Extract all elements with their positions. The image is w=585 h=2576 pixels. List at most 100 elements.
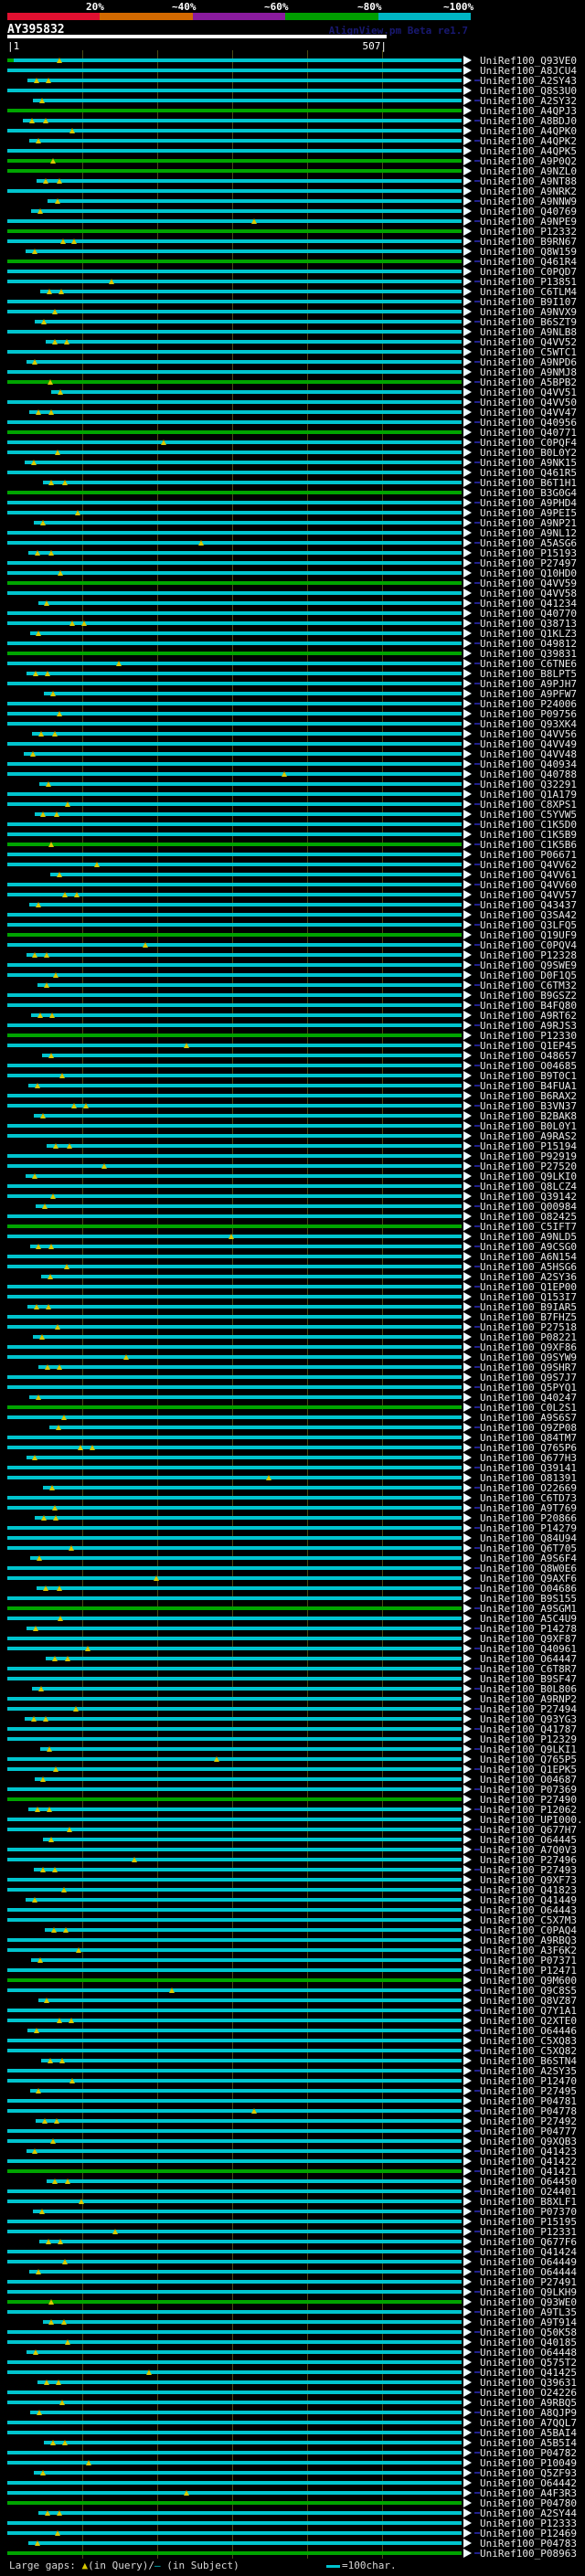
alignment-bar — [25, 249, 462, 253]
alignment-bar — [13, 58, 462, 62]
query-gap-triangle-icon — [58, 1616, 64, 1621]
alignment-bar — [33, 521, 462, 525]
query-gap-triangle-icon — [184, 2490, 190, 2496]
gaps-legend-suffix: (in Subject) — [160, 2560, 239, 2571]
subject-continues-arrow-icon — [463, 367, 472, 376]
subject-continues-arrow-icon — [463, 920, 472, 929]
alignment-bar — [32, 1687, 462, 1691]
alignment-bar — [7, 270, 462, 273]
alignment-bar — [7, 1415, 462, 1419]
subject-continues-arrow-icon — [463, 1483, 472, 1492]
alignment-bar — [7, 280, 462, 283]
query-gap-triangle-icon — [60, 1415, 67, 1420]
query-gap-triangle-icon — [69, 128, 76, 133]
alignment-bar — [7, 2159, 462, 2163]
subject-continues-arrow-icon — [463, 2016, 472, 2025]
query-gap-triangle-icon — [51, 309, 58, 314]
alignment-bar — [26, 1456, 462, 1459]
query-gap-triangle-icon — [60, 2319, 67, 2325]
query-gap-triangle-icon — [50, 2440, 57, 2445]
alignment-bar — [7, 531, 462, 535]
subject-continues-arrow-icon — [463, 1533, 472, 1542]
alignment-bar — [7, 923, 462, 927]
alignment-bar — [29, 631, 462, 635]
alignment-bar — [32, 99, 462, 102]
subject-continues-arrow-icon — [463, 940, 472, 949]
query-gap-triangle-icon — [34, 550, 40, 556]
subject-continues-arrow-icon — [463, 2147, 472, 2156]
subject-continues-arrow-icon — [463, 1614, 472, 1623]
alignment-bar — [7, 1385, 462, 1389]
alignment-bar — [42, 2320, 462, 2324]
subject-continues-arrow-icon — [463, 790, 472, 799]
subject-continues-arrow-icon — [463, 1021, 472, 1030]
subject-continues-arrow-icon — [463, 1925, 472, 1935]
alignment-bar — [7, 2390, 462, 2394]
subject-continues-arrow-icon — [463, 1915, 472, 1924]
subject-continues-arrow-icon — [463, 1644, 472, 1653]
query-gap-triangle-icon — [60, 1887, 67, 1892]
subject-continues-arrow-icon — [463, 207, 472, 216]
query-gap-triangle-icon — [50, 158, 57, 164]
alignment-bar — [7, 1064, 462, 1067]
query-gap-triangle-icon — [116, 661, 122, 666]
alignment-bar — [7, 219, 462, 223]
subject-continues-arrow-icon — [463, 840, 472, 849]
subject-continues-arrow-icon — [463, 337, 472, 346]
subject-continues-arrow-icon — [463, 659, 472, 668]
alignment-bar — [7, 1375, 462, 1379]
subject-continues-arrow-icon — [463, 2337, 472, 2347]
alignment-bar — [7, 853, 462, 856]
subject-continues-arrow-icon — [463, 498, 472, 507]
query-gap-triangle-icon — [35, 902, 41, 907]
subject-continues-arrow-icon — [463, 1413, 472, 1422]
query-gap-triangle-icon — [31, 249, 37, 254]
subject-continues-arrow-icon — [463, 1945, 472, 1955]
query-gap-triangle-icon — [62, 892, 69, 897]
query-gap-triangle-icon — [56, 178, 62, 184]
query-gap-triangle-icon — [70, 1103, 77, 1108]
alignment-bar — [7, 380, 462, 384]
subject-continues-arrow-icon — [463, 1694, 472, 1703]
subject-continues-arrow-icon — [463, 2498, 472, 2507]
query-gap-triangle-icon — [250, 218, 257, 224]
hit-label: UniRef100_P08963 — [480, 2548, 577, 2560]
subject-continues-arrow-icon — [463, 2398, 472, 2407]
query-gap-triangle-icon — [33, 2028, 39, 2033]
subject-continues-arrow-icon — [463, 709, 472, 718]
query-gap-triangle-icon — [47, 379, 53, 385]
hit-row[interactable]: UniRef100_P08963 — [0, 2549, 585, 2559]
query-gap-triangle-icon — [281, 771, 287, 777]
query-gap-triangle-icon — [51, 731, 58, 737]
alignment-bar — [7, 69, 462, 72]
alignment-bar — [32, 732, 462, 736]
subject-continues-arrow-icon — [463, 669, 472, 678]
subject-continues-arrow-icon — [463, 880, 472, 889]
alignment-bar — [7, 1496, 462, 1500]
subject-continues-arrow-icon — [463, 1131, 472, 1140]
subject-continues-arrow-icon — [463, 438, 472, 447]
alignment-bar — [7, 1446, 462, 1449]
alignment-bar — [7, 430, 462, 434]
alignment-bar — [7, 370, 462, 374]
query-gap-triangle-icon — [48, 842, 55, 847]
subject-continues-arrow-icon — [463, 176, 472, 186]
subject-continues-arrow-icon — [463, 2528, 472, 2538]
alignment-bar — [7, 1737, 462, 1741]
subject-continues-arrow-icon — [463, 217, 472, 226]
grid-unit-label: =100char. — [342, 2560, 397, 2571]
alignment-bar — [7, 471, 462, 474]
alignment-bar — [7, 1637, 462, 1640]
subject-continues-arrow-icon — [463, 1071, 472, 1080]
subject-continues-arrow-icon — [463, 639, 472, 648]
query-gap-triangle-icon — [43, 2380, 49, 2385]
subject-continues-arrow-icon — [463, 991, 472, 1000]
gaps-legend-prefix: Large gaps: — [9, 2560, 82, 2571]
subject-continues-arrow-icon — [463, 1352, 472, 1362]
query-gap-triangle-icon — [37, 1957, 44, 1963]
query-gap-triangle-icon — [45, 1364, 51, 1370]
alignment-bar — [7, 1576, 462, 1580]
subject-continues-arrow-icon — [463, 1192, 472, 1201]
alignment-bar — [7, 1767, 462, 1771]
subject-continues-arrow-icon — [463, 2207, 472, 2216]
